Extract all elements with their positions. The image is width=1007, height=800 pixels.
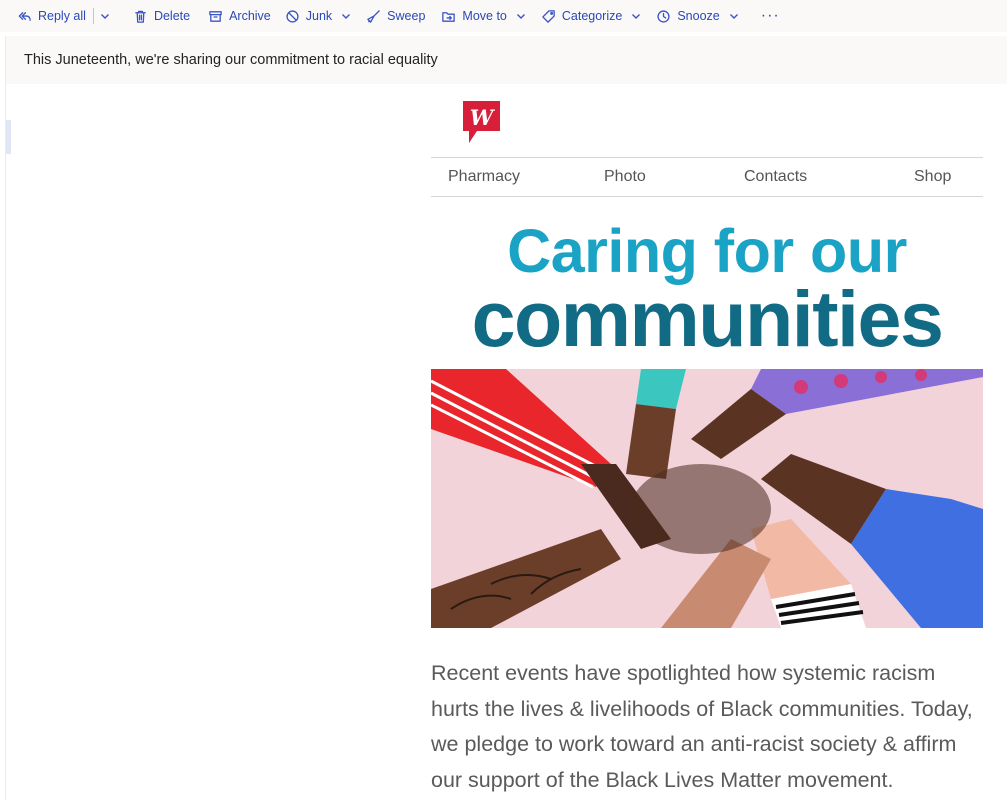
- logo-letter: W: [470, 105, 496, 130]
- tag-icon: [542, 9, 555, 23]
- chevron-down-icon: [342, 14, 351, 19]
- snooze-dropdown[interactable]: [725, 2, 743, 30]
- broom-icon: [367, 9, 380, 23]
- walgreens-logo-icon[interactable]: W: [463, 101, 500, 143]
- archive-button[interactable]: Archive: [203, 2, 276, 30]
- folder-move-icon: [442, 11, 456, 22]
- archive-label: Archive: [229, 9, 271, 23]
- command-toolbar: Reply all Delete Archive Junk Sweep Move…: [0, 0, 1007, 32]
- snooze-label: Snooze: [677, 9, 720, 23]
- reply-all-label: Reply all: [38, 9, 86, 23]
- nav-link-contacts[interactable]: Contacts: [744, 168, 807, 186]
- move-to-dropdown[interactable]: [512, 2, 530, 30]
- email-body-paragraph: Recent events have spotlighted how syste…: [431, 661, 973, 792]
- headline-line-1: Caring for our: [507, 217, 907, 285]
- delete-label: Delete: [153, 9, 191, 23]
- chevron-down-icon: [100, 14, 109, 19]
- move-to-label: Move to: [462, 9, 507, 23]
- reply-all-button[interactable]: Reply all: [12, 2, 91, 30]
- sweep-label: Sweep: [387, 9, 426, 23]
- chevron-down-icon: [729, 14, 738, 19]
- reply-options-dropdown[interactable]: [96, 2, 114, 30]
- junk-dropdown[interactable]: [337, 2, 355, 30]
- junk-button[interactable]: Junk: [280, 2, 337, 30]
- junk-label: Junk: [305, 9, 333, 23]
- categorize-button[interactable]: Categorize: [536, 2, 627, 30]
- headline-line-2: communities: [471, 274, 944, 363]
- email-nav: Pharmacy Photo Contacts Shop: [431, 157, 983, 197]
- nav-link-photo[interactable]: Photo: [604, 168, 646, 186]
- categorize-dropdown[interactable]: [627, 2, 645, 30]
- clock-icon: [657, 9, 670, 23]
- toolbar-divider: [92, 8, 94, 24]
- trash-icon: [135, 10, 146, 23]
- email-body: W Pharmacy Photo Contacts Shop Caring fo…: [431, 90, 983, 798]
- move-to-button[interactable]: Move to: [436, 2, 511, 30]
- sweep-button[interactable]: Sweep: [361, 2, 430, 30]
- chevron-down-icon: [632, 14, 641, 19]
- selection-indicator: [6, 120, 11, 154]
- nav-link-shop[interactable]: Shop: [914, 168, 951, 186]
- more-actions-button[interactable]: ···: [753, 2, 788, 30]
- nav-link-pharmacy[interactable]: Pharmacy: [448, 168, 520, 186]
- reply-all-icon: [18, 11, 31, 21]
- block-icon: [286, 9, 299, 23]
- archive-icon: [209, 10, 222, 22]
- snooze-button[interactable]: Snooze: [651, 2, 724, 30]
- delete-button[interactable]: Delete: [128, 2, 195, 30]
- chevron-down-icon: [516, 14, 525, 19]
- categorize-label: Categorize: [561, 9, 623, 23]
- message-subject: This Juneteenth, we're sharing our commi…: [6, 36, 1007, 84]
- hands-together-illustration[interactable]: [431, 369, 983, 628]
